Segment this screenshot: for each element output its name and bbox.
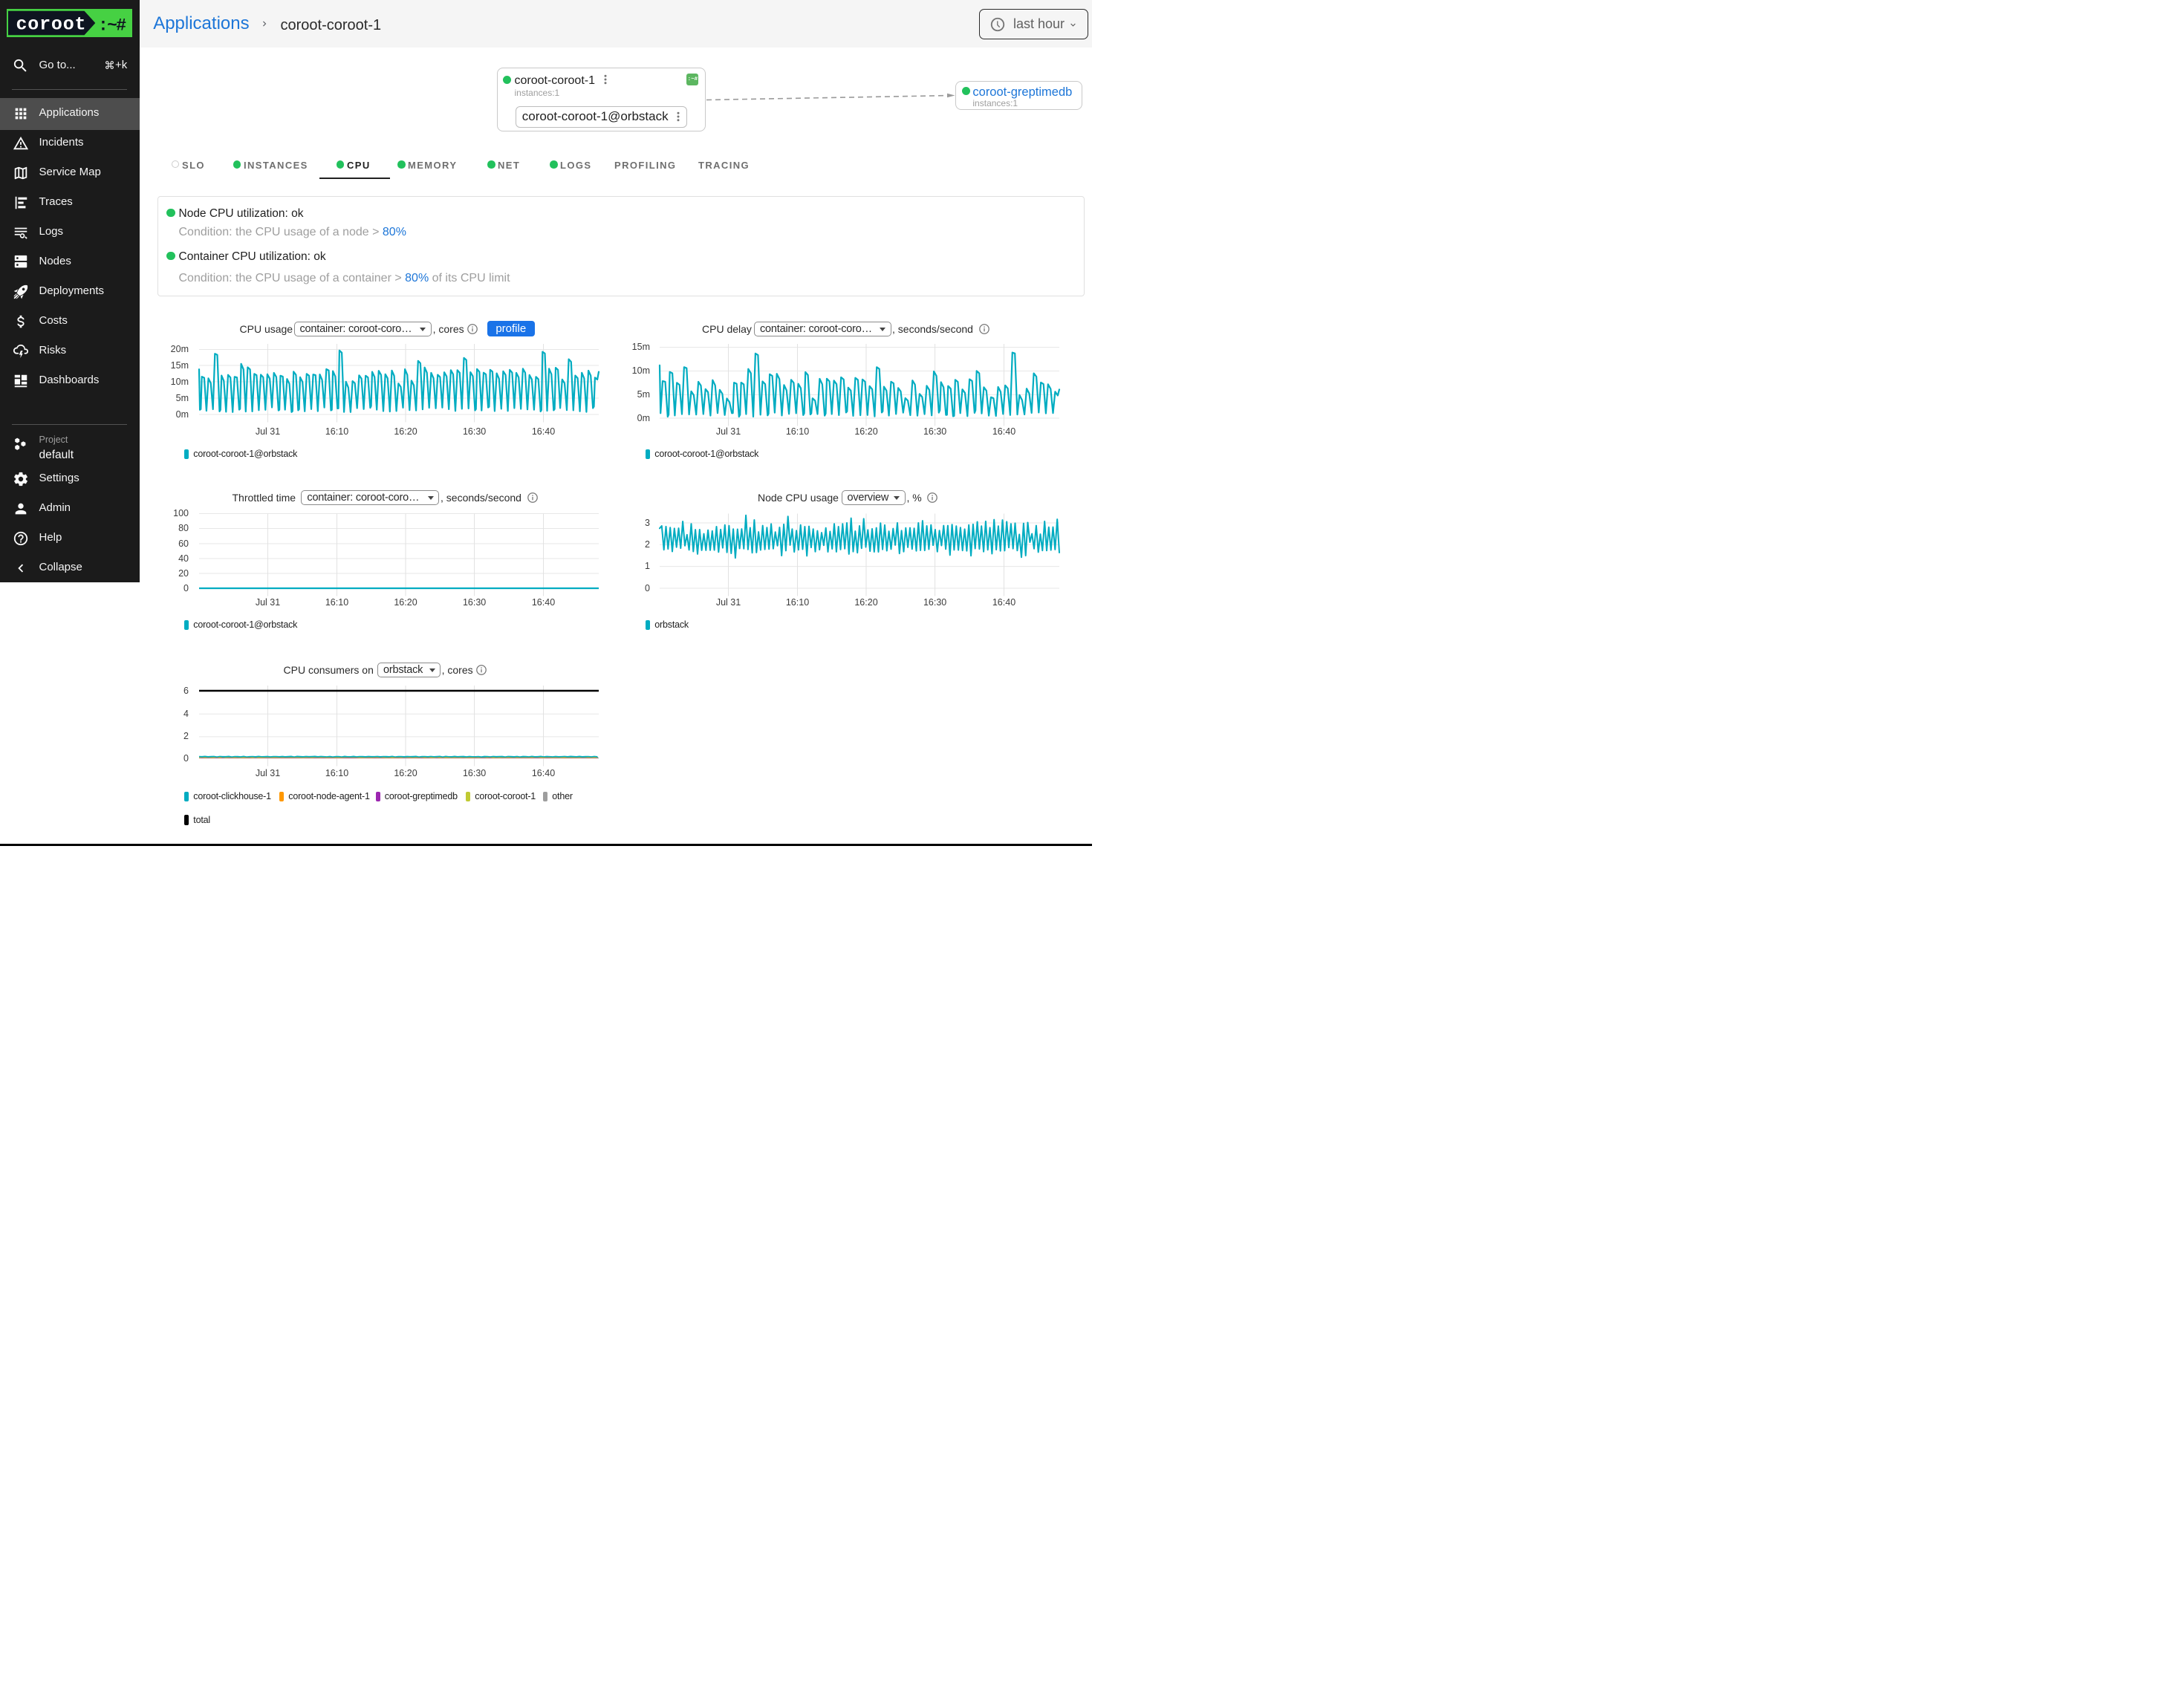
svg-text:coroot: coroot: [16, 14, 85, 36]
svg-text::~#: :~#: [98, 16, 126, 36]
